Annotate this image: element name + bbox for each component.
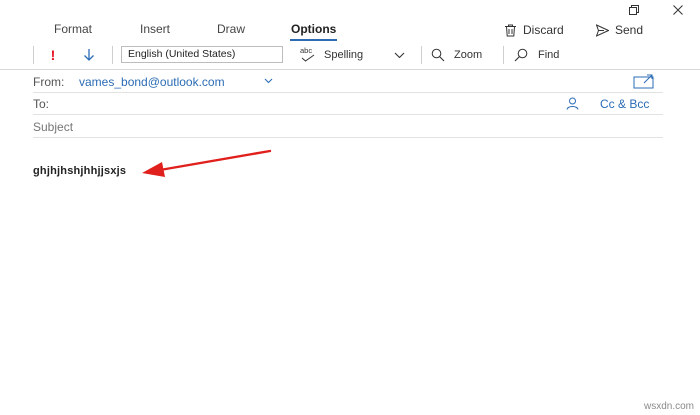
message-body-text[interactable]: ghjhjhshjhhjjsxjs	[33, 165, 126, 177]
proofing-language-field[interactable]: English (United States)	[121, 46, 283, 63]
window-controls	[612, 0, 700, 20]
send-icon	[596, 23, 609, 37]
toolbar-divider	[33, 46, 34, 64]
contact-icon[interactable]	[566, 97, 579, 110]
send-button[interactable]: Send	[596, 23, 643, 37]
find-label: Find	[538, 49, 560, 61]
toolbar-divider	[421, 46, 422, 64]
restore-icon	[629, 5, 639, 15]
tab-options-label: Options	[291, 22, 337, 36]
toolbar-divider	[503, 46, 504, 64]
spelling-button[interactable]: abc Spelling	[300, 44, 363, 66]
tab-options[interactable]: Options	[290, 22, 338, 41]
watermark: wsxdn.com	[643, 401, 694, 412]
to-input[interactable]	[53, 93, 558, 114]
send-label: Send	[615, 23, 644, 37]
discard-label: Discard	[523, 23, 564, 37]
spelling-dropdown-button[interactable]	[394, 44, 405, 66]
trash-icon	[505, 24, 516, 36]
ribbon-tabs: Format Insert Draw Options Discard Send	[0, 20, 700, 42]
restore-button[interactable]	[612, 0, 656, 20]
tab-insert[interactable]: Insert	[139, 22, 171, 36]
from-dropdown-icon[interactable]	[264, 78, 273, 84]
ribbon-divider	[0, 69, 700, 70]
zoom-label: Zoom	[454, 49, 483, 61]
to-divider	[33, 114, 663, 115]
zoom-button[interactable]: Zoom	[431, 44, 482, 66]
subject-input[interactable]: Subject	[33, 120, 73, 134]
active-tab-indicator	[290, 39, 338, 41]
spelling-icon: abc	[300, 46, 318, 64]
close-icon	[673, 5, 683, 15]
to-label: To:	[33, 97, 50, 111]
from-row: From: vames_bond@outlook.com	[33, 71, 663, 93]
arrow-down-icon	[84, 49, 94, 61]
spelling-label: Spelling	[324, 49, 364, 61]
tab-format[interactable]: Format	[53, 22, 93, 36]
annotation-arrow-icon	[142, 149, 272, 177]
subject-row: Subject	[33, 116, 663, 138]
find-button[interactable]: Find	[514, 44, 559, 66]
high-importance-button[interactable]: !	[48, 44, 58, 66]
low-importance-button[interactable]	[83, 44, 95, 66]
pop-out-icon[interactable]	[633, 74, 655, 89]
from-label: From:	[33, 75, 65, 89]
discard-button[interactable]: Discard	[504, 23, 564, 37]
subject-divider	[33, 137, 663, 138]
zoom-icon	[431, 48, 445, 62]
high-importance-icon: !	[50, 47, 56, 63]
tab-draw[interactable]: Draw	[216, 22, 246, 36]
to-row: To: Cc & Bcc	[33, 93, 663, 115]
from-address[interactable]: vames_bond@outlook.com	[79, 75, 225, 89]
find-icon	[514, 48, 528, 62]
chevron-down-icon	[394, 52, 405, 58]
cc-bcc-link[interactable]: Cc & Bcc	[600, 97, 649, 111]
options-toolbar: ! English (United States) abc Spelling Z…	[0, 44, 700, 66]
close-button[interactable]	[656, 0, 700, 20]
toolbar-divider	[112, 46, 113, 64]
